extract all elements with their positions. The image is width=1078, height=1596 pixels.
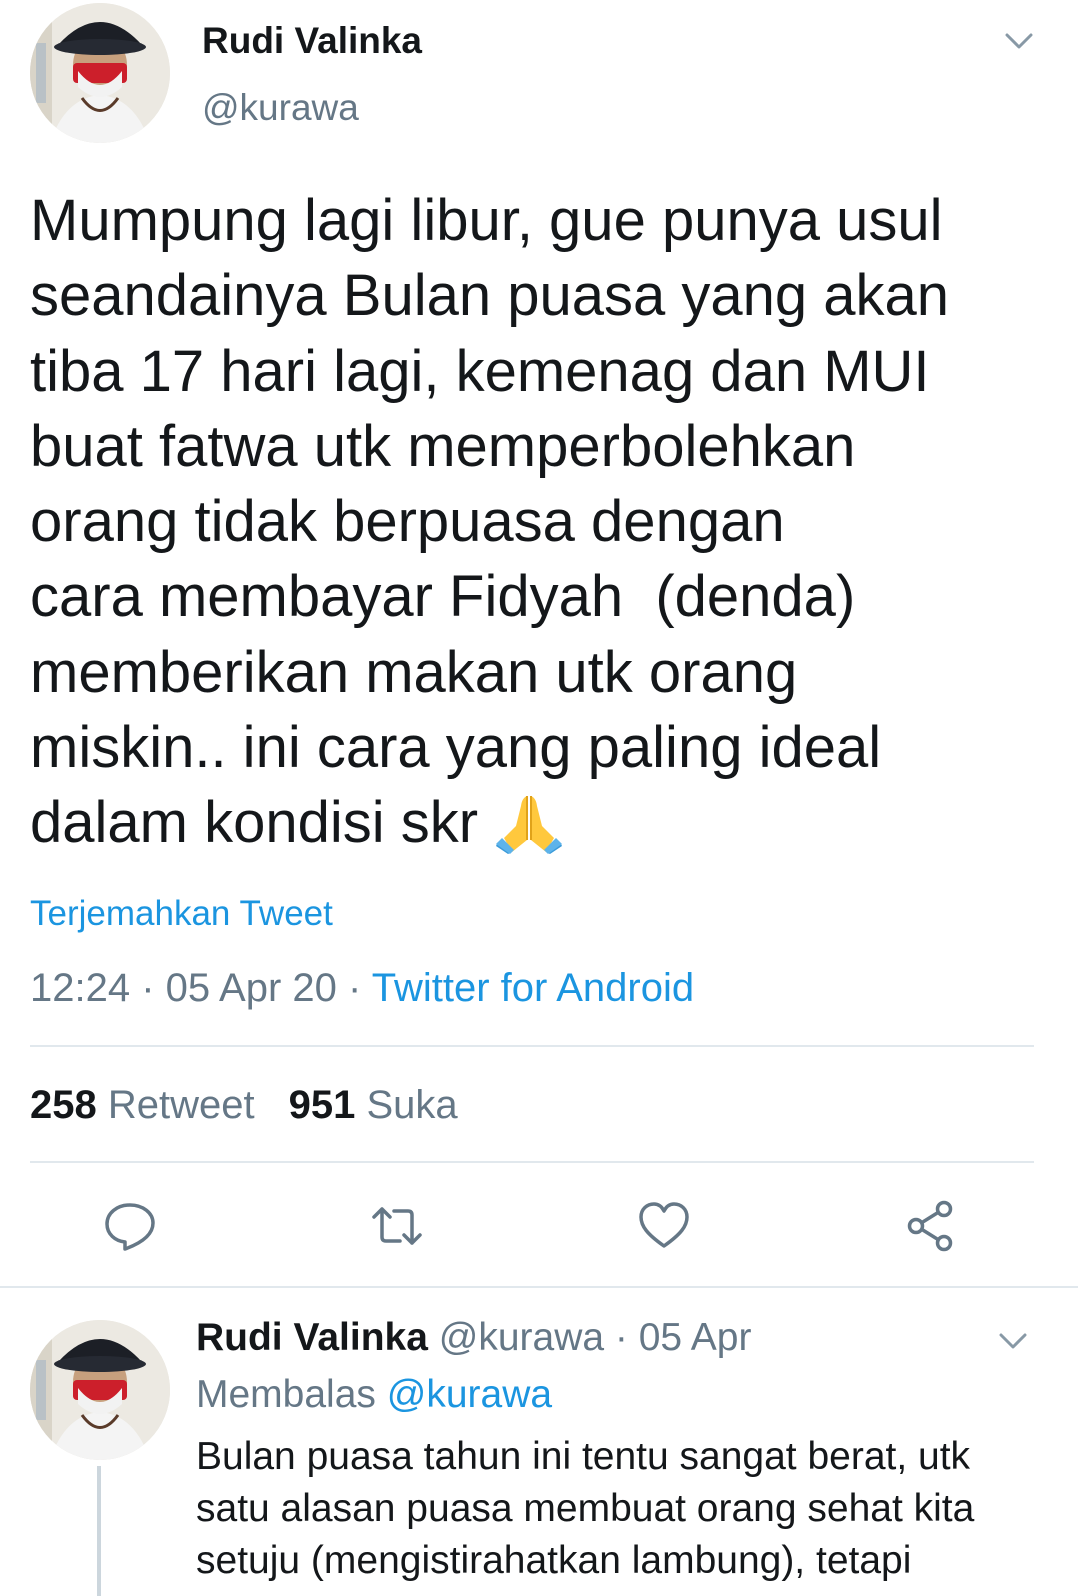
reply-author-name[interactable]: Rudi Valinka: [196, 1316, 428, 1359]
tweet-text-line: dalam kondisi skr: [30, 790, 479, 856]
reply-header: Rudi Valinka @kurawa · 05 Apr: [196, 1316, 752, 1360]
like-stat[interactable]: 951 Suka: [289, 1083, 458, 1127]
reply-author-handle[interactable]: @kurawa: [439, 1316, 604, 1359]
tweet-text: Mumpung lagi libur, gue punya usul seand…: [30, 183, 1040, 861]
tweet-time: 12:24: [30, 966, 131, 1010]
reply-text: Bulan puasa tahun ini tentu sangat berat…: [196, 1431, 1066, 1587]
like-icon: [639, 1202, 689, 1248]
like-button[interactable]: [637, 1199, 691, 1253]
divider: [30, 1161, 1034, 1163]
avatar[interactable]: [30, 3, 170, 143]
chevron-down-icon[interactable]: [996, 1324, 1030, 1358]
profile-photo: [30, 1320, 170, 1460]
section-divider: [0, 1286, 1078, 1288]
author-handle[interactable]: @kurawa: [202, 87, 359, 129]
divider: [30, 1045, 1034, 1047]
folded-hands-icon: [496, 796, 563, 855]
profile-photo: [30, 3, 170, 143]
reply-text-line: satu alasan puasa membuat orang sehat ki…: [196, 1487, 975, 1530]
tweet-date: 05 Apr 20: [165, 966, 337, 1010]
reply-text-line: setuju (mengistirahatkan lambung), tetap…: [196, 1539, 912, 1582]
replying-to-handle[interactable]: @kurawa: [387, 1373, 552, 1416]
thread-line: [97, 1466, 101, 1596]
tweet-text-line: orang tidak berpuasa dengan: [30, 489, 785, 555]
retweet-label: Retweet: [107, 1083, 255, 1127]
meta-separator: ·: [130, 966, 166, 1010]
tweet-text-line: buat fatwa utk memperbolehkan: [30, 413, 856, 479]
reply-avatar[interactable]: [30, 1320, 170, 1460]
share-button[interactable]: [904, 1199, 958, 1253]
tweet-text-line: memberikan makan utk orang: [30, 639, 798, 705]
like-label: Suka: [366, 1083, 458, 1127]
meta-separator: ·: [604, 1316, 639, 1359]
reply-text-line: Bulan puasa tahun ini tentu sangat berat…: [196, 1435, 971, 1478]
author-name[interactable]: Rudi Valinka: [202, 20, 422, 62]
tweet-source-link[interactable]: Twitter for Android: [372, 966, 694, 1010]
retweet-stat[interactable]: 258 Retweet: [30, 1083, 255, 1127]
tweet-text-line: tiba 17 hari lagi, kemenag dan MUI: [30, 338, 930, 404]
tweet-metadata: 12:24 · 05 Apr 20 · Twitter for Android: [30, 966, 694, 1011]
tweet-text-line: cara membayar Fidyah (denda): [30, 564, 856, 630]
tweet-text-line: Mumpung lagi libur, gue punya usul: [30, 188, 943, 253]
tweet-text-line: miskin.. ini cara yang paling ideal: [30, 715, 882, 781]
share-icon: [907, 1200, 953, 1252]
translate-tweet-link[interactable]: Terjemahkan Tweet: [30, 894, 333, 934]
retweet-count: 258: [30, 1083, 97, 1127]
tweet-text-line: seandainya Bulan puasa yang akan: [30, 263, 950, 329]
retweet-button[interactable]: [370, 1199, 424, 1253]
meta-separator: ·: [336, 966, 372, 1010]
replying-to: Membalas @kurawa: [196, 1373, 552, 1417]
like-count: 951: [288, 1083, 356, 1127]
tweet-stats: 258 Retweet 951 Suka: [30, 1083, 458, 1128]
retweet-icon: [372, 1207, 422, 1245]
reply-icon: [105, 1203, 155, 1251]
reply-button[interactable]: [103, 1199, 157, 1253]
reply-date: 05 Apr: [638, 1316, 752, 1359]
chevron-down-icon[interactable]: [1002, 24, 1036, 58]
replying-to-label: Membalas: [196, 1373, 376, 1416]
